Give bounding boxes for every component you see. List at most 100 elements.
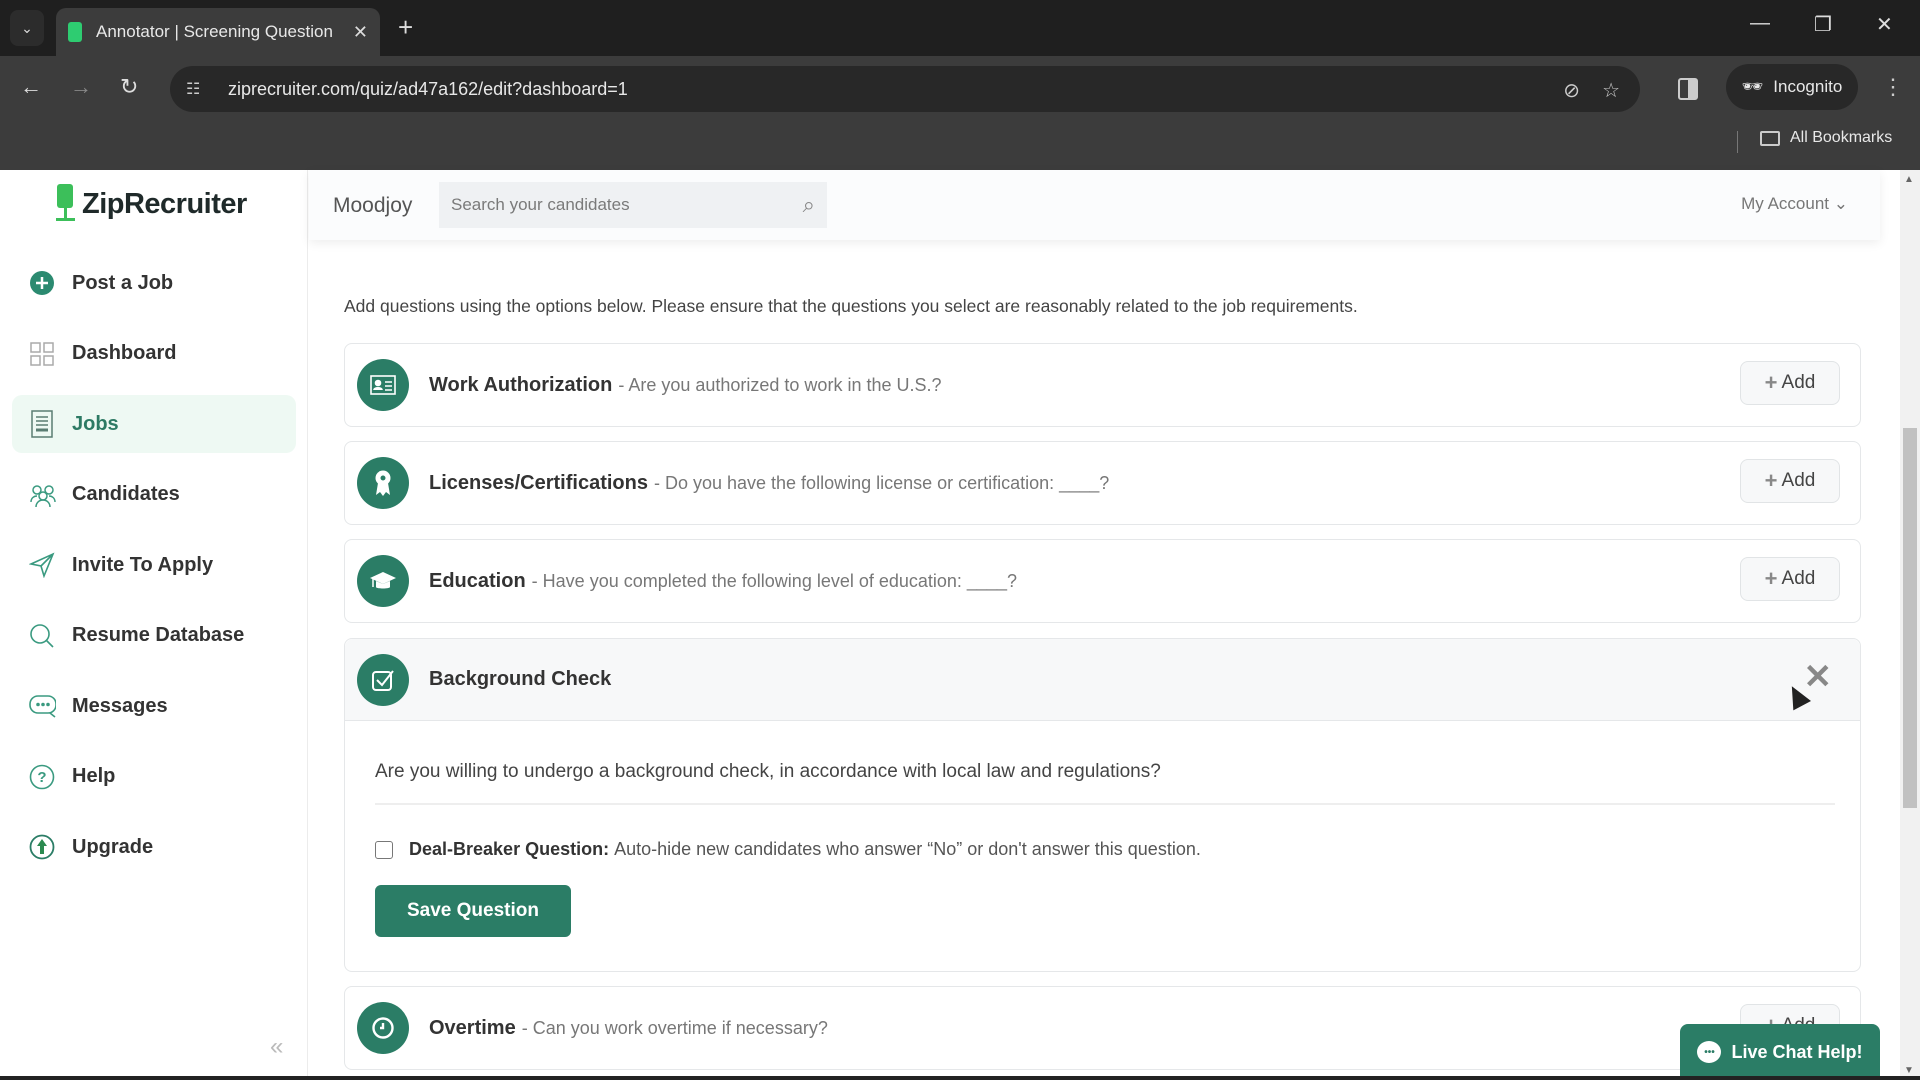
add-label: Add (1781, 372, 1816, 393)
tab-search-button[interactable]: ⌄ (10, 10, 44, 46)
question-title: Overtime (429, 1016, 516, 1039)
sidebar-item-label: Upgrade (72, 835, 154, 858)
chevron-down-icon: ⌄ (21, 19, 33, 36)
ribbon-icon (357, 457, 409, 509)
scroll-up-icon[interactable]: ▲ (1904, 174, 1914, 185)
sidebar-item-candidates[interactable]: Candidates (12, 466, 296, 524)
site-info-icon[interactable]: ☷ (186, 79, 212, 99)
people-icon (28, 481, 56, 509)
eye-off-icon[interactable]: ⊘ (1563, 78, 1580, 103)
checkbox-icon (357, 653, 409, 706)
sidebar-item-invite-to-apply[interactable]: Invite To Apply (12, 536, 296, 594)
deal-breaker-option[interactable]: Deal-Breaker Question: Auto-hide new can… (375, 839, 1201, 860)
live-chat-button[interactable]: ••• Live Chat Help! (1680, 1024, 1880, 1080)
sidebar-item-label: Resume Database (72, 624, 245, 646)
add-label: Add (1781, 568, 1816, 589)
collapse-sidebar-icon[interactable]: « (270, 1033, 283, 1061)
scrollbar-thumb[interactable] (1903, 428, 1917, 808)
page-scrollbar[interactable]: ▲ ▼ (1900, 170, 1920, 1080)
sidebar-item-messages[interactable]: Messages (12, 677, 296, 735)
sidebar-item-upgrade[interactable]: Upgrade (12, 818, 296, 876)
svg-text:?: ? (37, 769, 46, 786)
question-title: Licenses/Certifications (429, 471, 648, 494)
ziprecruiter-logo[interactable]: ZipRecruiter (54, 184, 247, 224)
address-bar[interactable]: ☷ ziprecruiter.com/quiz/ad47a162/edit?da… (170, 66, 1640, 112)
intro-text: Add questions using the options below. P… (344, 296, 1358, 316)
question-card-work-authorization: Work Authorization - Are you authorized … (344, 343, 1861, 427)
question-description: - Are you authorized to work in the U.S.… (618, 374, 942, 395)
browser-menu-icon[interactable]: ⋮ (1882, 74, 1904, 100)
my-account-menu[interactable]: My Account ⌄ (1741, 194, 1848, 214)
sidebar-item-dashboard[interactable]: Dashboard (12, 325, 296, 383)
question-card-background-check: Background Check ✕ Are you willing to un… (344, 638, 1861, 972)
scroll-down-icon[interactable]: ▼ (1904, 1065, 1914, 1076)
incognito-badge[interactable]: 🕶 Incognito (1726, 64, 1858, 110)
folder-icon (1760, 130, 1780, 146)
add-label: Add (1781, 470, 1816, 491)
question-title: Background Check (429, 668, 612, 690)
deal-breaker-description: Auto-hide new candidates who answer “No”… (614, 839, 1201, 859)
question-text: Are you willing to undergo a background … (375, 761, 1161, 782)
restore-button[interactable]: ❐ (1814, 12, 1832, 37)
search-input[interactable] (451, 195, 803, 215)
account-label: My Account (1741, 194, 1830, 213)
question-description: - Can you work overtime if necessary? (521, 1017, 828, 1038)
question-card-overtime: Overtime - Can you work overtime if nece… (344, 986, 1861, 1070)
graduation-cap-icon (357, 555, 409, 607)
bookmarks-divider (1737, 131, 1738, 153)
sidebar: ZipRecruiter Post a Job Dashboard Jobs C… (0, 170, 308, 1080)
all-bookmarks-button[interactable]: All Bookmarks (1760, 129, 1892, 147)
sidebar-nav: Post a Job Dashboard Jobs Candidates Inv… (12, 254, 296, 889)
clock-icon (357, 1002, 409, 1054)
save-question-button[interactable]: Save Question (375, 885, 571, 937)
plus-icon: + (1764, 370, 1778, 395)
bookmark-star-icon[interactable]: ☆ (1602, 78, 1620, 103)
sidebar-item-help[interactable]: ? Help (12, 748, 296, 806)
sidebar-item-post-a-job[interactable]: Post a Job (12, 254, 296, 312)
screening-questions-panel: Add questions using the options below. P… (309, 240, 1880, 1080)
document-icon (28, 410, 56, 438)
deal-breaker-checkbox[interactable] (375, 840, 393, 859)
sidebar-item-label: Post a Job (72, 271, 174, 294)
grid-icon (28, 340, 56, 368)
incognito-label: Incognito (1773, 77, 1843, 96)
back-button[interactable]: ← (20, 74, 42, 100)
side-panel-icon[interactable] (1678, 78, 1698, 100)
minimize-button[interactable]: — (1750, 12, 1770, 35)
close-question-icon[interactable]: ✕ (1804, 657, 1833, 697)
taskbar-edge (0, 1076, 1920, 1080)
close-tab-icon[interactable]: ✕ (353, 22, 368, 43)
plus-icon: + (1764, 468, 1778, 493)
browser-tab[interactable]: Annotator | Screening Question ✕ (56, 8, 380, 56)
sidebar-item-label: Dashboard (72, 342, 177, 364)
chat-icon (28, 692, 56, 720)
company-name: Moodjoy (333, 194, 413, 217)
question-title: Education (429, 569, 526, 592)
sidebar-item-jobs[interactable]: Jobs (12, 395, 296, 453)
plus-icon: + (1764, 566, 1778, 591)
forward-button[interactable]: → (70, 74, 92, 100)
question-description: - Do you have the following license or c… (653, 472, 1110, 493)
expanded-question-header: Background Check (345, 639, 1860, 721)
logo-text: ZipRecruiter (82, 187, 247, 220)
question-title: Work Authorization (429, 373, 613, 396)
app-header: Moodjoy ⌕ My Account ⌄ (309, 170, 1880, 240)
incognito-icon: 🕶 (1741, 77, 1764, 96)
sidebar-item-label: Messages (72, 694, 168, 717)
search-icon[interactable]: ⌕ (803, 192, 815, 218)
add-licenses-button[interactable]: + Add (1740, 459, 1840, 503)
sidebar-item-label: Candidates (72, 483, 180, 505)
reload-button[interactable]: ↻ (120, 74, 138, 100)
deal-breaker-label: Deal-Breaker Question: (409, 839, 610, 859)
new-tab-button[interactable]: + (398, 12, 413, 43)
add-work-authorization-button[interactable]: + Add (1740, 361, 1840, 405)
sidebar-item-resume-database[interactable]: Resume Database (12, 607, 296, 665)
sidebar-item-label: Invite To Apply (72, 553, 214, 576)
close-window-button[interactable]: ✕ (1876, 12, 1893, 37)
sidebar-item-label: Jobs (72, 412, 119, 435)
browser-toolbar: ← → ↻ ☷ ziprecruiter.com/quiz/ad47a162/e… (0, 56, 1920, 121)
search-icon (28, 622, 56, 650)
browser-tab-bar: ⌄ Annotator | Screening Question ✕ + — ❐… (0, 0, 1920, 56)
chevron-down-icon: ⌄ (1833, 194, 1848, 213)
add-education-button[interactable]: + Add (1740, 557, 1840, 601)
